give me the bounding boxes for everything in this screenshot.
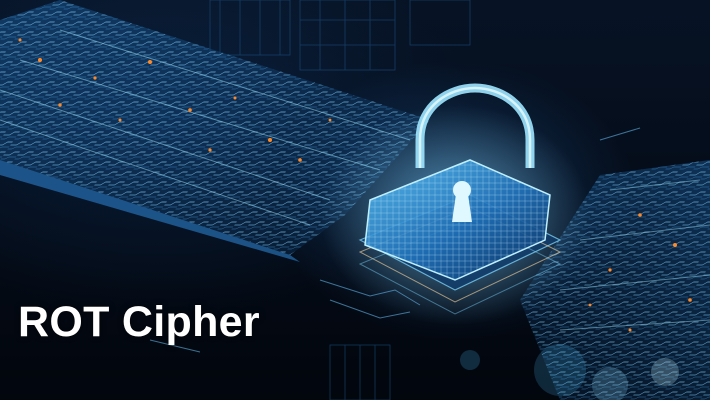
keyhole-icon	[452, 181, 472, 222]
hero-banner: ROT Cipher	[0, 0, 710, 400]
page-title: ROT Cipher	[18, 298, 260, 346]
